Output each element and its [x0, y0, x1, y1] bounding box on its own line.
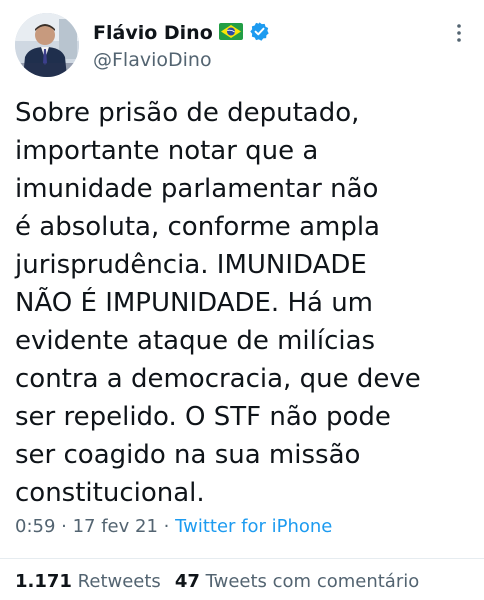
meta-separator: · [157, 516, 176, 537]
retweets-label: Retweets [77, 571, 161, 592]
tweet-text-line: ser coagido na sua missão [15, 440, 361, 470]
tweet-text-line: ser repelido. O STF não pode [15, 402, 391, 432]
more-options-button[interactable] [448, 22, 470, 48]
avatar[interactable] [15, 13, 79, 77]
tweet-text-line: importante notar que a [15, 136, 319, 166]
author-handle[interactable]: @FlavioDino [93, 49, 212, 71]
retweets-stat[interactable]: 1.171 Retweets [15, 571, 161, 592]
retweets-count: 1.171 [15, 571, 72, 592]
tweet-text-line: evidente ataque de milícias [15, 326, 376, 356]
verified-badge-icon [249, 21, 270, 46]
author-name-row[interactable]: Flávio Dino [93, 19, 270, 47]
tweet-text-line: Sobre prisão de deputado, [15, 98, 360, 128]
tweet-text-line: é absoluta, conforme ampla [15, 212, 380, 242]
tweet-text-line: jurisprudência. IMUNIDADE [15, 250, 367, 280]
tweet-stats: 1.171 Retweets 47 Tweets com comentário [15, 571, 419, 592]
tweet-text-line: contra a democracia, que deve [15, 364, 421, 394]
divider [0, 558, 484, 559]
more-vertical-icon [456, 23, 462, 47]
tweet-time[interactable]: 0:59 [15, 516, 55, 537]
brazil-flag-icon [218, 22, 243, 44]
meta-separator: · [55, 516, 73, 537]
quote-tweets-count: 47 [174, 571, 200, 592]
tweet-date[interactable]: 17 fev 21 [73, 516, 158, 537]
tweet-text-line: constitucional. [15, 478, 205, 508]
author-display-name[interactable]: Flávio Dino [93, 22, 213, 44]
tweet: Flávio Dino @FlavioDino Sobre prisão de … [0, 0, 484, 600]
tweet-text: Sobre prisão de deputado, importante not… [15, 94, 470, 512]
tweet-text-line: imunidade parlamentar não [15, 174, 379, 204]
quote-tweets-label: Tweets com comentário [205, 571, 420, 592]
tweet-source-link[interactable]: Twitter for iPhone [175, 516, 332, 537]
tweet-meta: 0:59 · 17 fev 21 · Twitter for iPhone [15, 516, 332, 537]
quote-tweets-stat[interactable]: 47 Tweets com comentário [175, 571, 419, 592]
tweet-text-line: NÃO É IMPUNIDADE. Há um [15, 288, 374, 318]
